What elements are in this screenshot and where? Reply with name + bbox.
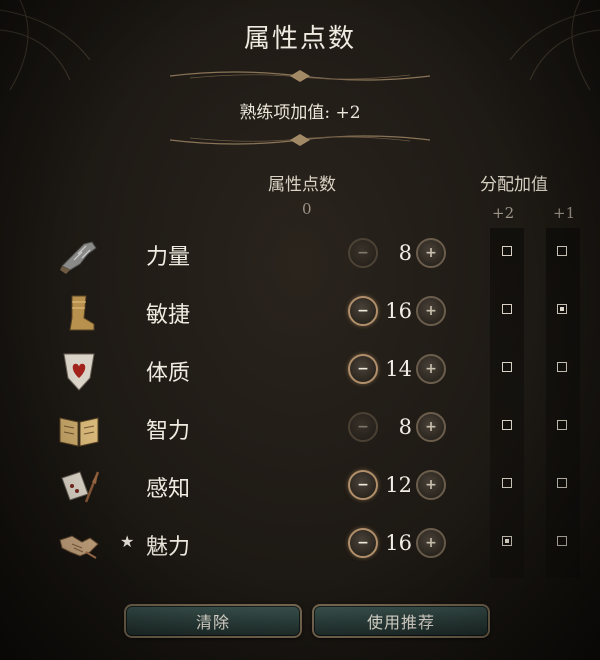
bonus-plus1-checkbox[interactable]	[557, 536, 567, 546]
attribute-name: 敏捷	[146, 303, 191, 328]
plus-icon: +	[425, 361, 437, 377]
plus-icon: +	[425, 245, 437, 261]
allocation-column-header: 分配加值	[480, 175, 548, 195]
decrease-button[interactable]: −	[348, 296, 378, 326]
plus-icon: +	[425, 419, 437, 435]
attribute-name: 感知	[146, 477, 191, 502]
bonus-plus2-checkbox[interactable]	[502, 478, 512, 488]
bonus-plus2-checkbox[interactable]	[502, 362, 512, 372]
handshake-icon	[59, 535, 99, 559]
heart-shield-icon	[63, 353, 95, 391]
increase-button[interactable]: +	[416, 296, 446, 326]
minus-icon: −	[357, 361, 369, 377]
points-remaining: 0	[302, 200, 312, 218]
plus-icon: +	[425, 477, 437, 493]
bonus-plus2-checkbox[interactable]	[502, 420, 512, 430]
decrease-button[interactable]: −	[348, 238, 378, 268]
panel-title: 属性点数	[243, 24, 356, 54]
proficiency-bonus-text: 熟练项加值: +2	[239, 103, 361, 123]
attribute-score: 16	[385, 299, 412, 323]
attribute-row-charisma: ★ 魅力 − 16 +	[0, 518, 600, 574]
minus-icon: −	[357, 419, 369, 435]
boot-icon	[69, 295, 95, 331]
scroll-quill-icon	[61, 471, 100, 503]
attribute-name: 智力	[146, 419, 191, 444]
attribute-score: 8	[398, 415, 412, 439]
attribute-score: 12	[385, 473, 412, 497]
bonus-plus2-checkbox[interactable]	[502, 536, 512, 546]
increase-button[interactable]: +	[416, 354, 446, 384]
increase-button[interactable]: +	[416, 412, 446, 442]
attribute-row-wisdom: 感知 − 12 +	[0, 460, 600, 516]
bonus-plus1-checkbox[interactable]	[557, 304, 567, 314]
bonus-plus2-checkbox[interactable]	[502, 304, 512, 314]
decrease-button[interactable]: −	[348, 528, 378, 558]
attribute-score: 8	[398, 241, 412, 265]
points-column-header: 属性点数	[268, 175, 336, 195]
plus-icon: +	[425, 535, 437, 551]
increase-button[interactable]: +	[416, 528, 446, 558]
minus-icon: −	[357, 477, 369, 493]
bonus-plus1-checkbox[interactable]	[557, 420, 567, 430]
ornamental-divider	[170, 134, 430, 146]
bonus-plus1-label: +1	[553, 204, 576, 222]
attribute-score: 14	[385, 357, 412, 381]
gauntlet-icon	[60, 241, 97, 274]
plus-icon: +	[425, 303, 437, 319]
decrease-button[interactable]: −	[348, 354, 378, 384]
increase-button[interactable]: +	[416, 470, 446, 500]
use-recommended-button[interactable]: 使用推荐	[312, 604, 490, 638]
attribute-name: 体质	[146, 361, 191, 386]
attribute-row-strength: 力量 − 8 +	[0, 228, 600, 284]
minus-icon: −	[357, 535, 369, 551]
attribute-score: 16	[385, 531, 412, 555]
bonus-plus1-checkbox[interactable]	[557, 246, 567, 256]
bonus-plus2-checkbox[interactable]	[502, 246, 512, 256]
open-book-icon	[59, 417, 99, 447]
minus-icon: −	[357, 303, 369, 319]
increase-button[interactable]: +	[416, 238, 446, 268]
star-icon: ★	[120, 532, 135, 551]
decrease-button[interactable]: −	[348, 470, 378, 500]
clear-button[interactable]: 清除	[124, 604, 302, 638]
bonus-plus2-label: +2	[492, 204, 515, 222]
attribute-row-constitution: 体质 − 14 +	[0, 344, 600, 400]
attribute-row-dexterity: 敏捷 − 16 +	[0, 286, 600, 342]
minus-icon: −	[357, 245, 369, 261]
ornamental-divider	[170, 70, 430, 82]
bonus-plus1-checkbox[interactable]	[557, 362, 567, 372]
bonus-plus1-checkbox[interactable]	[557, 478, 567, 488]
attribute-name: 力量	[146, 245, 191, 270]
decrease-button[interactable]: −	[348, 412, 378, 442]
attribute-name: 魅力	[146, 535, 191, 560]
attribute-row-intelligence: 智力 − 8 +	[0, 402, 600, 458]
